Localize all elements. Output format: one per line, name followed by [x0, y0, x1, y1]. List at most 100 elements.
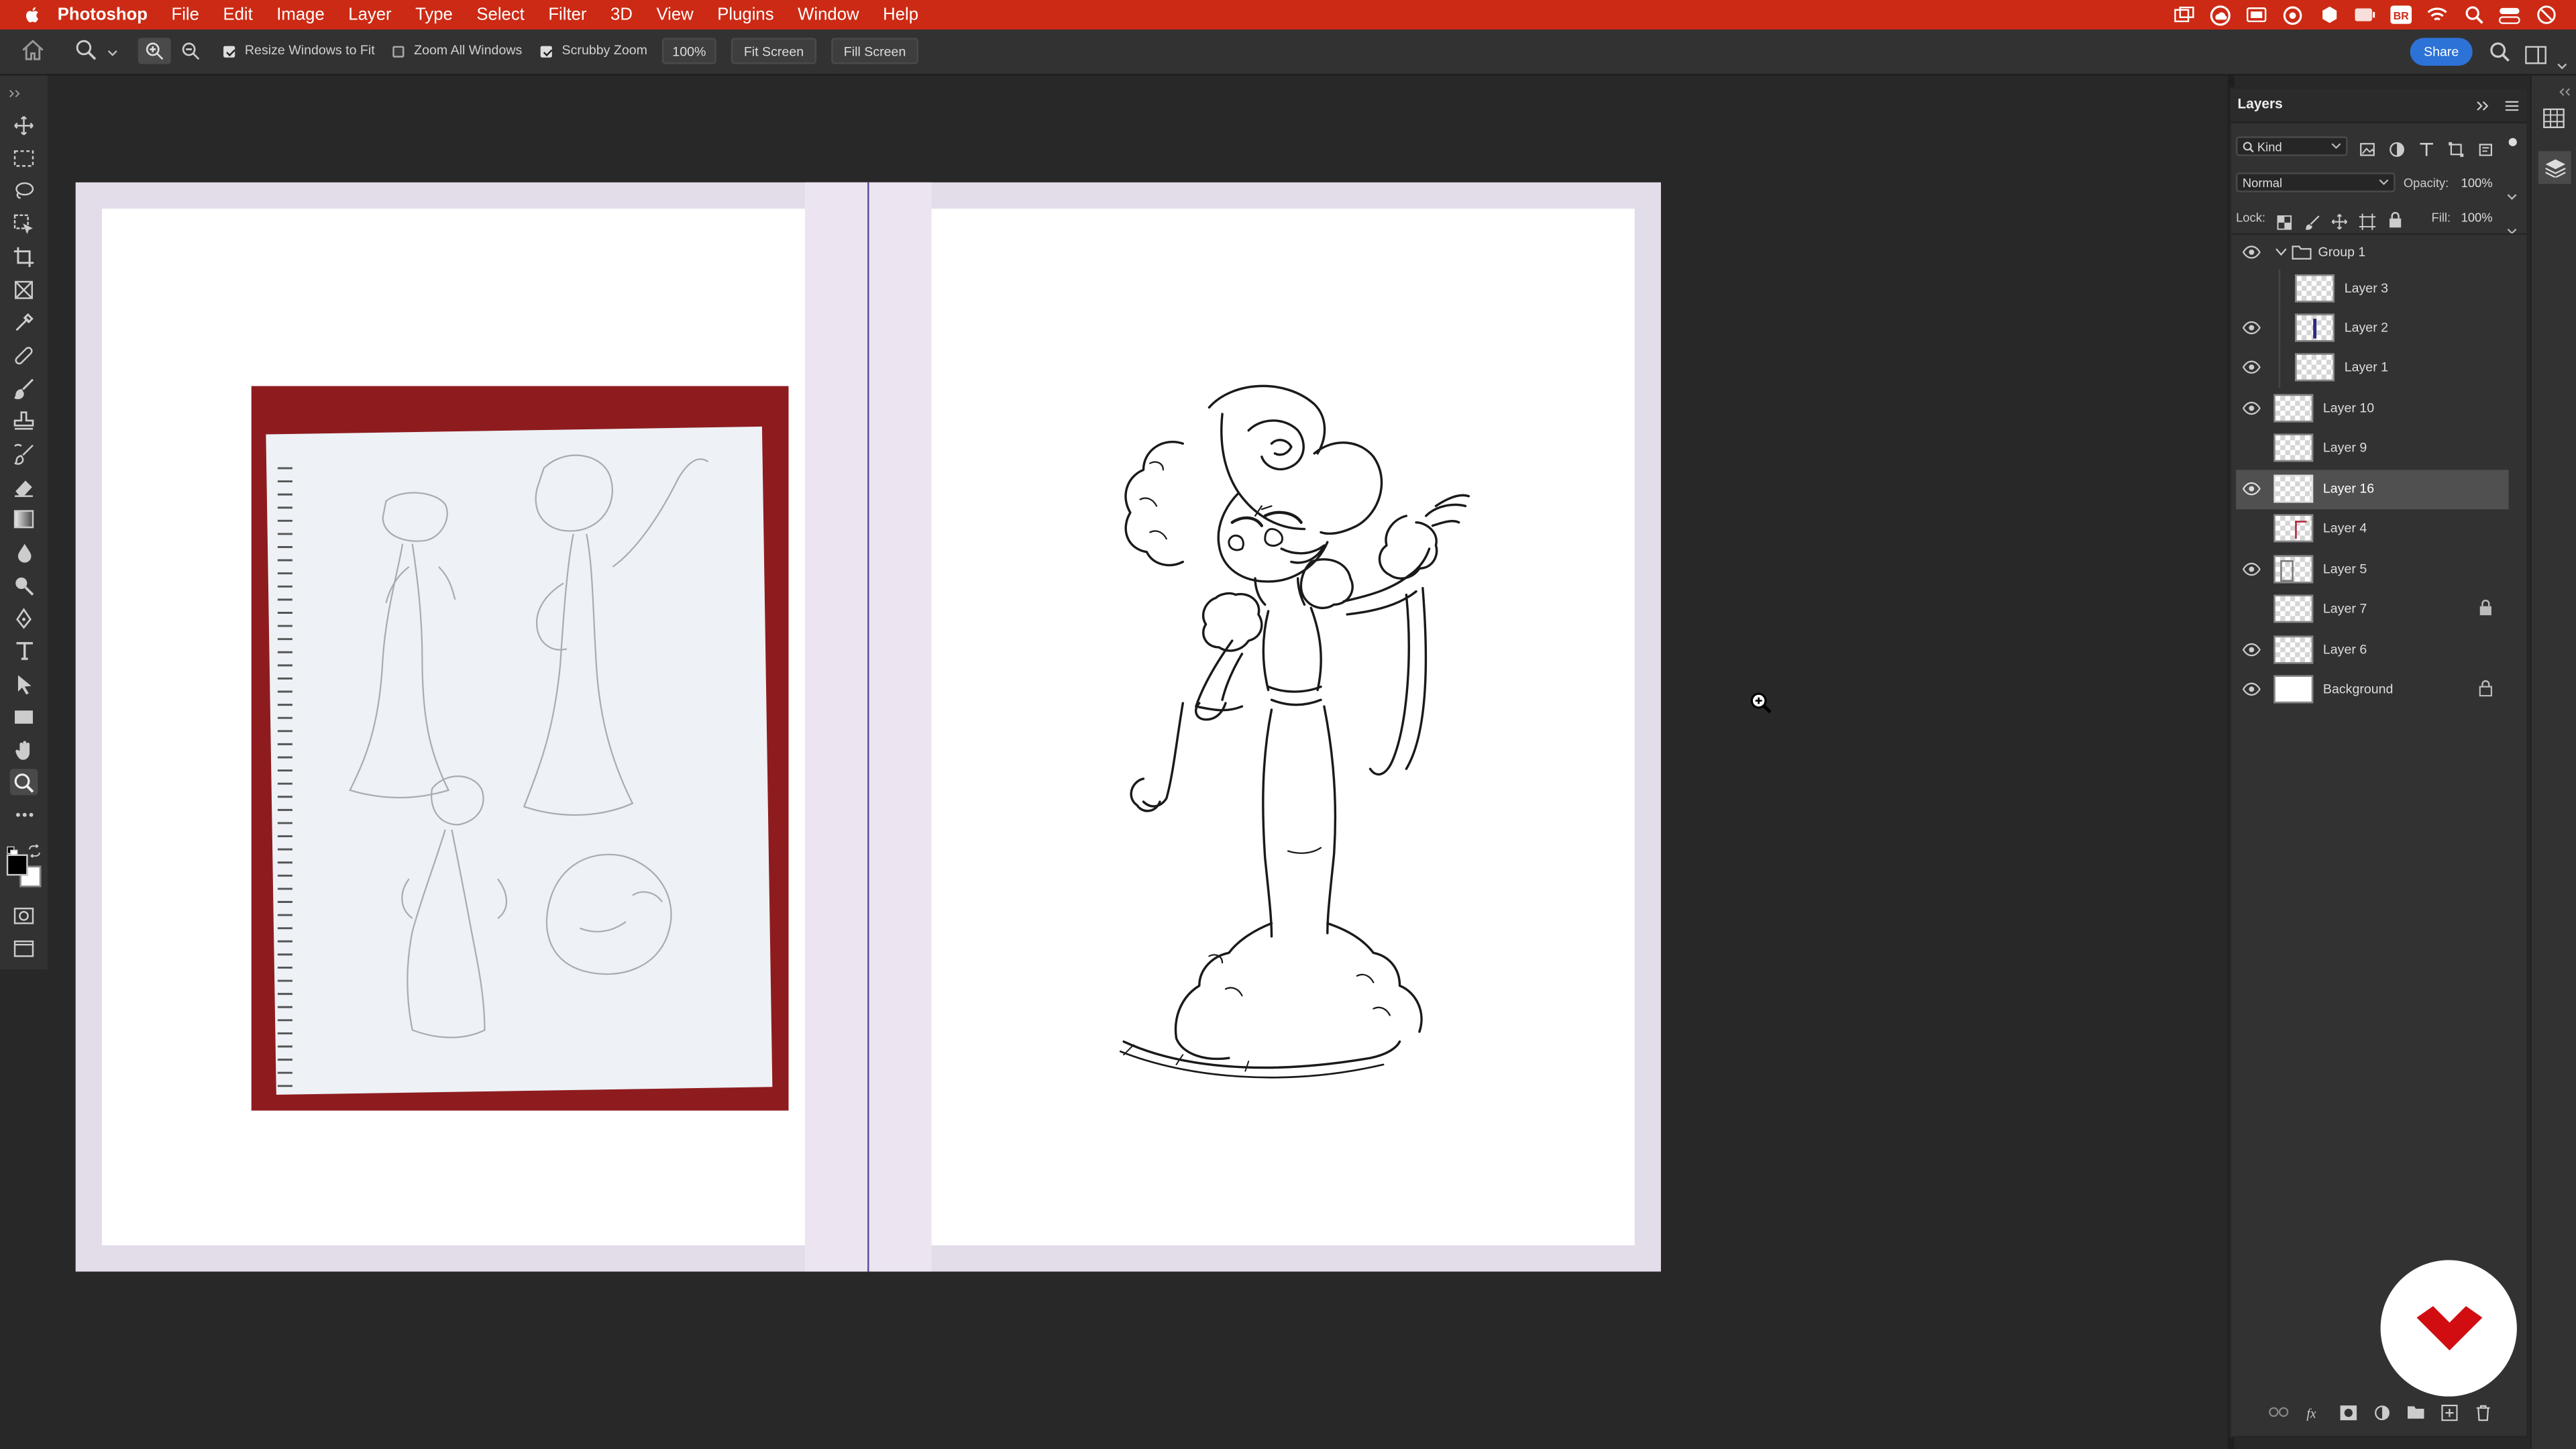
- menu-help[interactable]: Help: [883, 5, 918, 24]
- creative-cloud-icon[interactable]: [2210, 4, 2231, 25]
- layers-panel-icon[interactable]: [2538, 151, 2571, 184]
- path-select-icon[interactable]: [10, 670, 38, 696]
- filter-adjustment-icon[interactable]: [2389, 136, 2405, 166]
- home-icon[interactable]: [21, 40, 44, 64]
- layer-row-layer-6[interactable]: Layer 6: [2236, 631, 2509, 670]
- brush-icon[interactable]: [10, 374, 38, 400]
- screen-mode-icon[interactable]: [10, 934, 38, 961]
- visibility-off-icon[interactable]: [2243, 440, 2261, 455]
- chevron-down-icon[interactable]: [107, 46, 118, 61]
- menu-file[interactable]: File: [171, 5, 199, 24]
- menu-filter[interactable]: Filter: [548, 5, 586, 24]
- layers-tab[interactable]: Layers: [2238, 95, 2283, 111]
- move-icon[interactable]: [10, 112, 38, 138]
- filter-smart-object-icon[interactable]: [2477, 136, 2493, 166]
- user-badge-icon[interactable]: BR: [2390, 5, 2412, 24]
- zoom-icon[interactable]: [9, 769, 38, 796]
- lasso-icon[interactable]: [10, 177, 38, 203]
- more-tools-icon[interactable]: [10, 802, 38, 828]
- zoom-in-icon[interactable]: [138, 38, 171, 64]
- visibility-off-icon[interactable]: [2243, 601, 2261, 616]
- visibility-off-icon[interactable]: [2243, 281, 2261, 296]
- battery-icon[interactable]: [2354, 5, 2375, 24]
- menu-layer[interactable]: Layer: [348, 5, 391, 24]
- workspace-icon[interactable]: [2525, 43, 2546, 72]
- delete-layer-icon[interactable]: [2473, 1403, 2492, 1421]
- fit-screen-button[interactable]: Fit Screen: [731, 38, 817, 64]
- search-icon[interactable]: [2489, 41, 2510, 70]
- resize-windows-checkbox[interactable]: [223, 46, 235, 58]
- add-mask-icon[interactable]: [2338, 1403, 2357, 1421]
- menu-view[interactable]: View: [656, 5, 693, 24]
- collapse-panel-icon[interactable]: [2474, 97, 2490, 113]
- layer-row-layer-9[interactable]: Layer 9: [2236, 429, 2509, 468]
- notification-icon[interactable]: [2318, 5, 2340, 24]
- layer-row-layer-7[interactable]: Layer 7: [2236, 590, 2509, 629]
- collapse-dock-icon[interactable]: [2558, 76, 2571, 105]
- swap-colors-icon[interactable]: [28, 837, 42, 866]
- menu-type[interactable]: Type: [415, 5, 453, 24]
- type-icon[interactable]: [10, 637, 38, 663]
- stamp-icon[interactable]: [10, 407, 38, 433]
- control-center-icon[interactable]: [2498, 5, 2520, 24]
- visibility-eye-icon[interactable]: [2242, 562, 2261, 577]
- menu-image[interactable]: Image: [276, 5, 324, 24]
- sync-icon[interactable]: [2282, 5, 2304, 24]
- scrubby-zoom-checkbox[interactable]: [540, 46, 552, 58]
- visibility-eye-icon[interactable]: [2242, 482, 2261, 496]
- clock-icon[interactable]: [2535, 5, 2557, 24]
- object-select-icon[interactable]: [10, 210, 38, 236]
- spotlight-icon[interactable]: [2463, 5, 2484, 24]
- apple-icon[interactable]: [23, 5, 42, 24]
- filter-type-icon[interactable]: [2418, 136, 2434, 166]
- panel-menu-icon[interactable]: [2504, 97, 2520, 113]
- layer-row-layer-4[interactable]: Layer 4: [2236, 509, 2509, 549]
- window-icon[interactable]: [2174, 5, 2195, 24]
- visibility-off-icon[interactable]: [2243, 521, 2261, 535]
- filter-pixel-icon[interactable]: [2359, 136, 2375, 166]
- zoom-tool-preset-icon[interactable]: [74, 38, 97, 64]
- layer-lock-icon[interactable]: [2479, 599, 2493, 616]
- screen-mirror-icon[interactable]: [2246, 5, 2267, 24]
- visibility-eye-icon[interactable]: [2242, 360, 2261, 374]
- zoom-all-windows-checkbox[interactable]: [392, 46, 405, 58]
- opacity-chevron-icon[interactable]: [2507, 179, 2517, 209]
- layer-row-layer-16[interactable]: Layer 16: [2236, 470, 2509, 510]
- menu-select[interactable]: Select: [476, 5, 524, 24]
- frame-icon[interactable]: [10, 276, 38, 302]
- new-group-icon[interactable]: [2405, 1403, 2424, 1421]
- layer-row-layer-10[interactable]: Layer 10: [2236, 389, 2509, 429]
- new-layer-icon[interactable]: [2440, 1403, 2459, 1421]
- pen-icon[interactable]: [10, 604, 38, 631]
- gradient-icon[interactable]: [10, 506, 38, 532]
- filter-toggle-icon[interactable]: [2508, 138, 2517, 146]
- quick-mask-icon[interactable]: [10, 902, 38, 928]
- eraser-icon[interactable]: [10, 473, 38, 499]
- layer-row-layer-1[interactable]: Layer 1: [2236, 348, 2509, 388]
- layer-row-background[interactable]: Background: [2236, 670, 2509, 710]
- lock-all-icon[interactable]: [2389, 207, 2402, 237]
- visibility-eye-icon[interactable]: [2242, 401, 2261, 416]
- visibility-eye-icon[interactable]: [2242, 643, 2261, 657]
- link-layers-icon[interactable]: [2269, 1403, 2289, 1421]
- eyedropper-icon[interactable]: [10, 309, 38, 335]
- visibility-eye-icon[interactable]: [2242, 682, 2261, 696]
- filter-shape-icon[interactable]: [2448, 136, 2464, 166]
- layer-filter-kind[interactable]: Kind: [2236, 136, 2348, 156]
- zoom-out-icon[interactable]: [180, 41, 200, 64]
- adjustment-layer-icon[interactable]: [2372, 1403, 2392, 1421]
- visibility-eye-icon[interactable]: [2242, 321, 2261, 335]
- fill-screen-button[interactable]: Fill Screen: [831, 38, 918, 64]
- history-brush-icon[interactable]: [10, 440, 38, 466]
- layer-lock-icon[interactable]: [2479, 680, 2493, 697]
- hand-icon[interactable]: [10, 736, 38, 762]
- foreground-color-swatch[interactable]: [6, 854, 28, 876]
- workspace-chevron-icon[interactable]: [2557, 49, 2568, 78]
- share-button[interactable]: Share: [2410, 38, 2473, 66]
- group-expand-chevron-icon[interactable]: [2275, 248, 2287, 256]
- fx-icon[interactable]: fx: [2305, 1403, 2324, 1421]
- wifi-icon[interactable]: [2426, 5, 2448, 24]
- app-menu-photoshop[interactable]: Photoshop: [58, 5, 148, 24]
- center-guide-line[interactable]: [866, 182, 869, 1272]
- layer-row-group-1[interactable]: Group 1: [2236, 233, 2509, 273]
